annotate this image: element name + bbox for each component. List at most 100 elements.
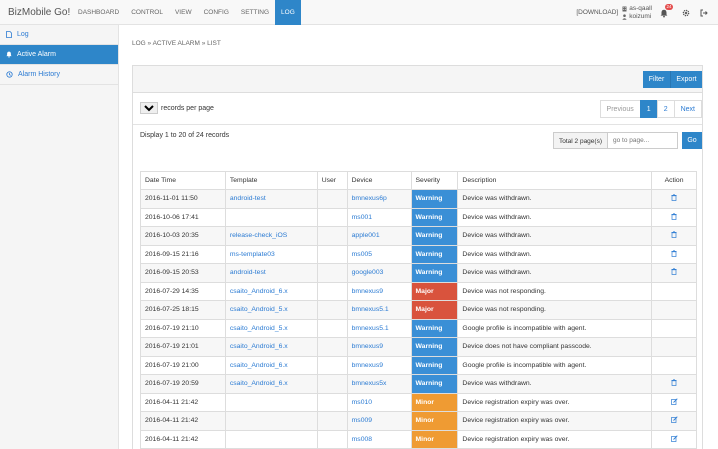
notifications-button[interactable]: 24 [660,3,674,19]
cell-datetime: 2016-07-19 20:59 [140,374,226,394]
goto-page-input[interactable] [608,132,678,149]
divider [133,124,702,125]
table-row: 2016-11-01 11:50 android-test bmnexus6p War… [140,189,697,209]
nav-dashboard[interactable]: DASHBOARD [72,0,125,25]
template-link[interactable]: csaito_Android_6.x [230,362,288,369]
cell-device: google003 [346,263,412,283]
cell-datetime: 2016-04-11 21:42 [140,411,226,431]
export-button[interactable]: Export [670,71,702,88]
logout-button[interactable] [700,9,708,17]
trash-icon[interactable] [671,250,677,259]
sidebar-item-label: Active Alarm [17,51,56,58]
cell-description: Device does not have compliant passcode. [457,337,653,357]
column-header-description[interactable]: Description [457,171,653,190]
edit-icon[interactable] [670,435,678,444]
template-link[interactable]: csaito_Android_5.x [230,325,288,332]
cell-datetime: 2016-07-19 21:10 [140,318,226,338]
device-link[interactable]: bmnexus9 [352,288,383,295]
nav-right: [DOWNLOAD] as-qaall koizumi 24 [576,0,718,25]
severity-badge: Minor [410,392,459,412]
device-link[interactable]: bmnexus9 [352,343,383,350]
edit-icon[interactable] [670,416,678,425]
trash-icon[interactable] [671,213,677,222]
trash-icon[interactable] [671,194,677,203]
template-link[interactable]: release-check_iOS [230,232,287,239]
template-link[interactable]: ms-template03 [230,251,275,258]
severity-badge: Major [410,281,459,301]
cell-template [224,392,318,412]
pagination-page-1[interactable]: 1 [639,100,658,118]
column-header-template[interactable]: Template [224,171,318,190]
nav-control[interactable]: CONTROL [125,0,169,25]
user-info[interactable]: as-qaall koizumi [622,5,652,21]
sidebar-item-log[interactable]: Log [0,25,118,45]
alarm-table: Date Time Template User Device Severity … [140,171,697,449]
cell-action [651,281,697,301]
nav-setting[interactable]: SETTING [235,0,275,25]
download-link[interactable]: [DOWNLOAD] [576,9,618,16]
edit-icon[interactable] [670,398,678,407]
cell-device: bmnexus5.1 [346,318,412,338]
trash-icon[interactable] [671,231,677,240]
pagination-page-2[interactable]: 2 [656,100,675,118]
column-header-datetime[interactable]: Date Time [140,171,226,190]
per-page-select[interactable]: 20 [140,102,158,114]
cell-datetime: 2016-07-19 21:01 [140,337,226,357]
sidebar-item-alarm-history[interactable]: Alarm History [0,65,118,85]
pagination-next[interactable]: Next [673,100,702,118]
template-link[interactable]: android-test [230,269,266,276]
device-link[interactable]: ms008 [352,436,372,443]
cell-user [316,263,348,283]
device-link[interactable]: bmnexus5.1 [352,325,389,332]
go-button[interactable]: Go [682,132,702,149]
cell-device: ms009 [346,411,412,431]
table-row: 2016-04-11 21:42 ms010 Minor Device registr… [140,392,697,412]
filter-button[interactable]: Filter [643,71,670,88]
cell-user [316,374,348,394]
settings-button[interactable] [682,9,690,17]
table-row: 2016-09-15 20:53 android-test google003 War… [140,263,697,283]
cell-user [316,207,348,227]
nav-log[interactable]: LOG [275,0,301,25]
template-link[interactable]: csaito_Android_6.x [230,380,288,387]
nav-config[interactable]: CONFIG [198,0,235,25]
bell-icon [660,9,668,17]
sidebar-item-active-alarm[interactable]: Active Alarm [0,45,118,65]
template-link[interactable]: csaito_Android_6.x [230,288,288,295]
template-link[interactable]: csaito_Android_5.x [230,306,288,313]
device-link[interactable]: ms001 [352,214,372,221]
brand-logo[interactable]: BizMobile Go! [8,7,70,18]
device-link[interactable]: ms005 [352,251,372,258]
cell-datetime: 2016-11-01 11:50 [140,189,226,209]
cell-datetime: 2016-10-03 20:35 [140,226,226,246]
trash-icon[interactable] [671,379,677,388]
cell-action [651,300,697,320]
device-link[interactable]: ms009 [352,417,372,424]
column-header-device[interactable]: Device [346,171,412,190]
column-header-user[interactable]: User [316,171,348,190]
device-link[interactable]: ms010 [352,399,372,406]
cell-user [316,300,348,320]
cell-description: Device was withdrawn. [457,374,653,394]
device-link[interactable]: bmnexus6p [352,195,387,202]
cell-device: ms005 [346,244,412,264]
column-header-severity[interactable]: Severity [410,171,459,190]
cell-action [651,263,697,283]
device-link[interactable]: apple001 [352,232,380,239]
pagination-previous[interactable]: Previous [599,100,641,118]
cell-template: ms-template03 [224,244,318,264]
cell-user [316,355,348,375]
template-link[interactable]: android-test [230,195,266,202]
cell-action [651,244,697,264]
device-link[interactable]: google003 [352,269,384,276]
device-link[interactable]: bmnexus9 [352,362,383,369]
trash-icon[interactable] [671,268,677,277]
device-link[interactable]: bmnexus5x [352,380,387,387]
main-nav: DASHBOARD CONTROL VIEW CONFIG SETTING LO… [72,0,301,25]
cell-user [316,281,348,301]
alarm-table-body: 2016-11-01 11:50 android-test bmnexus6p War… [140,189,697,449]
nav-view[interactable]: VIEW [169,0,198,25]
pagination: Previous 1 2 Next [599,100,702,118]
template-link[interactable]: csaito_Android_6.x [230,343,288,350]
device-link[interactable]: bmnexus5.1 [352,306,389,313]
